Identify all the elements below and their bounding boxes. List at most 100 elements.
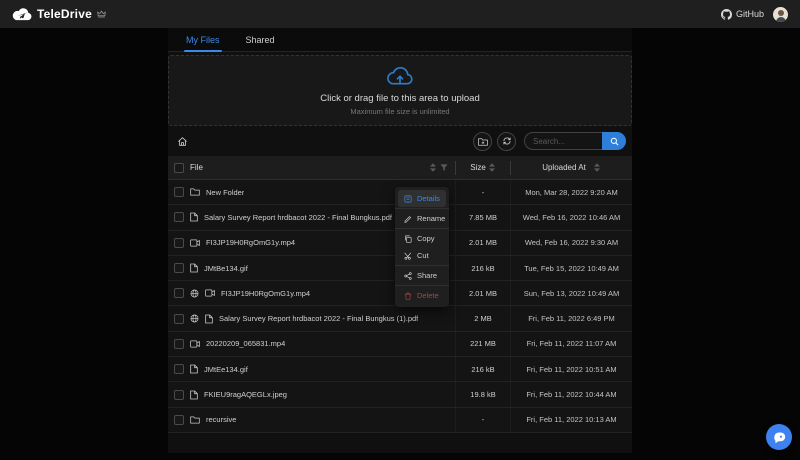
file-icon (190, 263, 198, 273)
file-icon (190, 390, 198, 400)
top-navbar: TeleDrive GitHub (0, 0, 800, 28)
file-name: FI3JP19H0RgOmG1y.mp4 (206, 238, 296, 248)
teledrive-app: TeleDrive GitHub My Files Shared Click o… (0, 0, 800, 460)
file-name: FKIEU9ragAQEGLx.jpeg (204, 390, 287, 400)
select-all-checkbox[interactable] (174, 162, 184, 173)
tab-bar: My Files Shared (168, 28, 632, 52)
file-size: 2 MB (455, 306, 510, 331)
row-checkbox[interactable] (174, 313, 184, 324)
file-uploaded-at: Tue, Feb 15, 2022 10:49 AM (510, 255, 632, 281)
search-bar (524, 132, 626, 150)
search-input[interactable] (524, 132, 602, 150)
menu-item-share[interactable]: Share (398, 267, 446, 284)
menu-item-delete[interactable]: Delete (398, 287, 446, 304)
row-checkbox[interactable] (174, 288, 184, 299)
toolbar-actions (473, 131, 626, 151)
context-menu: Details Rename Copy Cut Share Delete (395, 187, 449, 307)
new-folder-button[interactable] (473, 131, 492, 151)
shared-globe-icon (190, 289, 199, 298)
column-header-file: File (190, 163, 203, 172)
file-uploaded-at: Wed, Feb 16, 2022 10:46 AM (510, 205, 632, 230)
user-avatar[interactable] (773, 6, 788, 22)
file-uploaded-at: Wed, Feb 16, 2022 9:30 AM (510, 230, 632, 255)
row-checkbox[interactable] (174, 263, 184, 274)
share-icon (404, 271, 412, 280)
info-icon (404, 195, 412, 203)
sort-carets-icon[interactable] (488, 163, 495, 172)
file-size: 2.01 MB (455, 281, 510, 306)
premium-crown-icon (97, 10, 106, 18)
file-name: JMtBe134.gif (204, 263, 248, 273)
file-uploaded-at: Fri, Feb 11, 2022 10:13 AM (510, 407, 632, 432)
menu-item-details[interactable]: Details (398, 190, 446, 207)
upload-title: Click or drag file to this area to uploa… (320, 93, 480, 104)
menu-divider (395, 228, 449, 229)
search-icon (610, 137, 619, 146)
file-name: FI3JP19H0RgOmG1y.mp4 (221, 288, 311, 298)
file-uploaded-at: Fri, Feb 11, 2022 10:51 AM (510, 357, 632, 382)
chat-fab-button[interactable] (766, 424, 792, 450)
file-size: 216 kB (455, 357, 510, 382)
menu-item-cut[interactable]: Cut (398, 247, 446, 264)
refresh-button[interactable] (497, 131, 516, 151)
video-icon (205, 289, 215, 297)
filter-funnel-icon[interactable] (440, 163, 448, 172)
chat-bubble-icon (772, 431, 786, 444)
file-size: 221 MB (455, 331, 510, 357)
trash-icon (404, 292, 412, 300)
table-row[interactable]: 20220209_065831.mp4 221 MB Fri, Feb 11, … (168, 331, 632, 358)
folder-icon (190, 416, 200, 424)
toolbar (168, 126, 632, 156)
file-name: Salary Survey Report hrdbacot 2022 - Fin… (219, 314, 419, 324)
folder-icon (190, 188, 200, 196)
upload-dropzone[interactable]: Click or drag file to this area to uploa… (168, 55, 632, 126)
row-checkbox[interactable] (174, 187, 184, 198)
cloud-upload-icon (385, 65, 415, 87)
shared-globe-icon (190, 314, 199, 323)
column-header-size: Size (470, 163, 486, 172)
menu-item-copy[interactable]: Copy (398, 230, 446, 247)
row-checkbox[interactable] (174, 338, 184, 349)
table-row[interactable]: Salary Survey Report hrdbacot 2022 - Fin… (168, 306, 632, 332)
file-name: JMtEe134.gif (204, 364, 248, 374)
menu-item-rename[interactable]: Rename (398, 210, 446, 227)
scissors-icon (404, 252, 412, 260)
table-row[interactable]: JMtEe134.gif 216 kB Fri, Feb 11, 2022 10… (168, 357, 632, 383)
file-size: 216 kB (455, 255, 510, 281)
tab-my-files[interactable]: My Files (184, 35, 222, 52)
avatar-figure (777, 9, 784, 16)
file-uploaded-at: Mon, Mar 28, 2022 9:20 AM (510, 180, 632, 205)
file-size: 7.85 MB (455, 205, 510, 230)
menu-divider (395, 208, 449, 209)
file-name: Salary Survey Report hrdbacot 2022 - Fin… (204, 212, 393, 222)
file-size: - (455, 407, 510, 432)
file-uploaded-at: Sun, Feb 13, 2022 10:49 AM (510, 281, 632, 306)
file-name: 20220209_065831.mp4 (206, 339, 286, 349)
video-icon (190, 239, 200, 247)
file-uploaded-at: Fri, Feb 11, 2022 11:07 AM (510, 331, 632, 357)
table-header: File Size Uploaded At (168, 156, 632, 180)
menu-divider (395, 285, 449, 286)
cloud-plane-logo-icon (12, 7, 32, 21)
row-checkbox[interactable] (174, 389, 184, 400)
row-checkbox[interactable] (174, 212, 184, 223)
github-link[interactable]: GitHub (720, 8, 764, 20)
row-checkbox[interactable] (174, 237, 184, 248)
row-checkbox[interactable] (174, 364, 184, 375)
search-submit-button[interactable] (602, 132, 626, 150)
sort-carets-icon[interactable] (430, 163, 436, 172)
home-breadcrumb-icon[interactable] (177, 136, 188, 147)
upload-subtitle: Maximum file size is unlimited (350, 107, 450, 116)
brand-logo[interactable]: TeleDrive (12, 7, 106, 21)
table-row[interactable]: recursive - Fri, Feb 11, 2022 10:13 AM (168, 407, 632, 433)
navbar-right: GitHub (720, 6, 788, 22)
row-checkbox[interactable] (174, 414, 184, 425)
sync-icon (502, 136, 512, 146)
tab-shared[interactable]: Shared (244, 35, 277, 51)
table-row[interactable]: FKIEU9ragAQEGLx.jpeg 19.8 kB Fri, Feb 11… (168, 382, 632, 408)
menu-divider (395, 265, 449, 266)
file-uploaded-at: Fri, Feb 11, 2022 10:44 AM (510, 382, 632, 407)
column-header-uploaded-at: Uploaded At (542, 163, 586, 172)
sort-carets-icon[interactable] (593, 163, 600, 172)
file-icon (205, 314, 213, 324)
